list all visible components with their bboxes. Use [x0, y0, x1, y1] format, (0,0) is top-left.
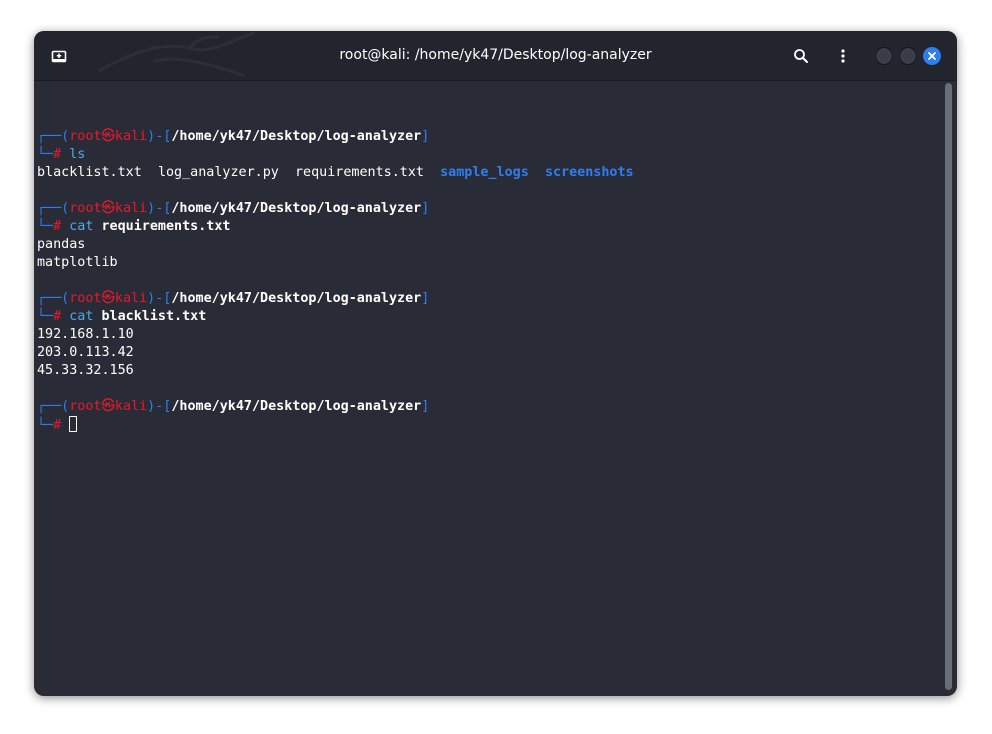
titlebar[interactable]: root@kali: /home/yk47/Desktop/log-analyz… — [34, 31, 957, 81]
menu-button[interactable] — [832, 45, 854, 67]
text-cursor — [69, 416, 78, 432]
directory-entry: screenshots — [544, 165, 634, 180]
ls-output: blacklist.txt log_analyzer.py requiremen… — [37, 164, 634, 182]
command-line: └─# ls — [37, 147, 86, 162]
close-button[interactable] — [923, 47, 941, 65]
kali-dragon-watermark — [98, 31, 255, 78]
close-icon — [928, 52, 936, 60]
new-tab-icon — [51, 50, 67, 63]
prompt-line: ┌──(root㉿kali)-[/home/yk47/Desktop/log-a… — [37, 399, 430, 414]
terminal-window: root@kali: /home/yk47/Desktop/log-analyz… — [34, 31, 957, 696]
kebab-menu-icon — [841, 49, 845, 63]
file-entry: requirements.txt — [295, 165, 424, 180]
output-line: pandas — [37, 237, 86, 252]
command-line: └─# cat blacklist.txt — [37, 309, 207, 324]
maximize-button[interactable] — [899, 47, 917, 65]
search-button[interactable] — [790, 45, 812, 67]
file-entry: blacklist.txt — [37, 165, 142, 180]
prompt-line: ┌──(root㉿kali)-[/home/yk47/Desktop/log-a… — [37, 291, 430, 306]
prompt-line: ┌──(root㉿kali)-[/home/yk47/Desktop/log-a… — [37, 129, 430, 144]
scrollbar-thumb[interactable] — [945, 83, 952, 690]
command-args: requirements.txt — [101, 219, 231, 234]
output-line: 192.168.1.10 — [37, 327, 134, 342]
command-args: blacklist.txt — [101, 309, 207, 324]
file-entry: log_analyzer.py — [157, 165, 279, 180]
directory-entry: sample_logs — [440, 165, 529, 180]
output-line: matplotlib — [37, 255, 118, 270]
command-name: cat — [69, 219, 94, 234]
prompt-line: ┌──(root㉿kali)-[/home/yk47/Desktop/log-a… — [37, 201, 430, 216]
scrollbar[interactable] — [942, 83, 953, 690]
minimize-button[interactable] — [875, 47, 893, 65]
command-name: cat — [69, 309, 94, 324]
command-name: ls — [69, 147, 86, 162]
new-tab-button[interactable] — [48, 45, 70, 67]
output-line: 45.33.32.156 — [37, 363, 134, 378]
output-line: 203.0.113.42 — [37, 345, 134, 360]
search-icon — [794, 49, 808, 63]
active-command-line[interactable]: └─# — [37, 416, 78, 434]
command-line: └─# cat requirements.txt — [37, 219, 231, 234]
terminal-output[interactable]: ┌──(root㉿kali)-[/home/yk47/Desktop/log-a… — [34, 81, 957, 696]
